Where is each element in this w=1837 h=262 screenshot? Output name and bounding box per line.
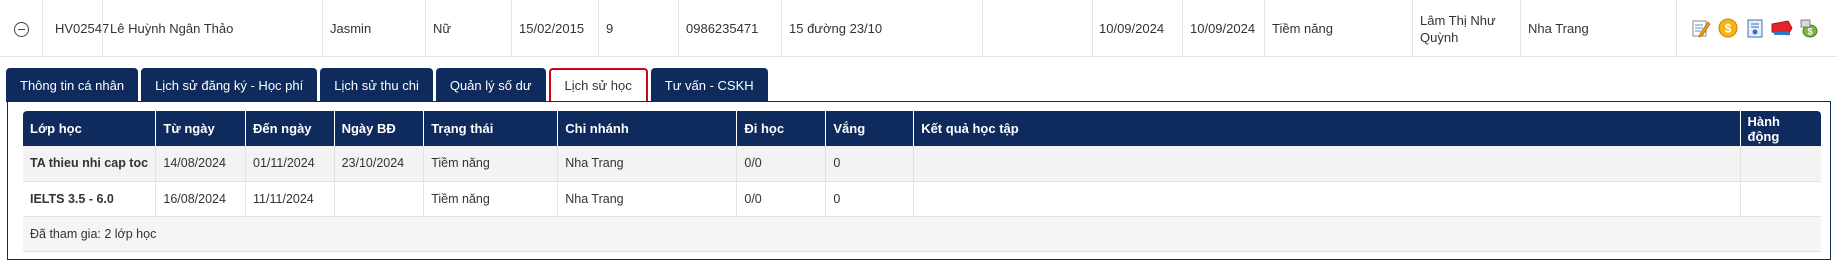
svg-text:$: $ — [1807, 27, 1812, 37]
table-header-row: Lớp học Từ ngày Đến ngày Ngày BĐ Trạng t… — [23, 111, 1821, 146]
student-english-name: Jasmin — [330, 21, 372, 36]
cell-attended: 0/0 — [736, 146, 827, 182]
header-to-date[interactable]: Đến ngày — [245, 111, 335, 146]
document-icon[interactable] — [1744, 17, 1766, 39]
student-status: Tiềm năng — [1272, 21, 1333, 36]
cell-start-date: 23/10/2024 — [334, 146, 425, 182]
detail-tabs: Thông tin cá nhân Lịch sử đăng ký - Học … — [6, 68, 768, 102]
cell-result — [913, 146, 1741, 182]
column-divider — [322, 0, 323, 57]
column-divider — [982, 0, 983, 57]
cell-status: Tiềm năng — [423, 181, 559, 217]
table-row[interactable]: TA thieu nhi cap toc 14/08/2024 01/11/20… — [23, 146, 1821, 182]
student-consultant: Lâm Thị Như Quỳnh — [1420, 12, 1496, 45]
table-summary-row: Đã tham gia: 2 lớp học — [23, 216, 1821, 252]
header-actions: Hành động — [1740, 111, 1821, 146]
cell-actions — [1740, 146, 1821, 182]
coin-icon[interactable]: $ — [1717, 17, 1739, 39]
column-divider — [1412, 0, 1413, 57]
column-divider — [511, 0, 512, 57]
cell-absent: 0 — [825, 181, 915, 217]
header-from-date[interactable]: Từ ngày — [155, 111, 247, 146]
tab-study-history[interactable]: Lịch sử học — [548, 68, 648, 101]
edit-icon[interactable] — [1690, 17, 1712, 39]
tab-balance[interactable]: Quản lý số dư — [435, 68, 546, 102]
tab-payment-history[interactable]: Lịch sử thu chi — [320, 68, 433, 102]
row-actions: $ $ — [1690, 15, 1820, 41]
cell-to-date: 01/11/2024 — [245, 146, 335, 182]
study-history-panel: Lớp học Từ ngày Đến ngày Ngày BĐ Trạng t… — [7, 101, 1831, 260]
cell-attended: 0/0 — [736, 181, 827, 217]
column-divider — [1264, 0, 1265, 57]
header-attended[interactable]: Đi học — [736, 111, 827, 146]
student-phone: 0986235471 — [686, 21, 759, 36]
cell-to-date: 11/11/2024 — [245, 181, 335, 217]
header-start-date[interactable]: Ngày BĐ — [334, 111, 425, 146]
column-divider — [1676, 0, 1677, 57]
column-divider — [1520, 0, 1521, 57]
student-branch: Nha Trang — [1528, 21, 1589, 36]
cell-class: IELTS 3.5 - 6.0 — [23, 181, 157, 217]
tab-personal-info[interactable]: Thông tin cá nhân — [6, 68, 139, 102]
cell-class: TA thieu nhi cap toc — [23, 146, 157, 182]
column-divider — [598, 0, 599, 57]
column-divider — [42, 0, 43, 57]
cell-branch: Nha Trang — [557, 146, 738, 182]
column-divider — [102, 0, 103, 57]
header-class[interactable]: Lớp học — [23, 111, 157, 146]
header-status[interactable]: Trạng thái — [423, 111, 559, 146]
cell-start-date — [334, 181, 425, 217]
header-absent[interactable]: Vắng — [825, 111, 915, 146]
summary-text: Đã tham gia: 2 lớp học — [23, 216, 1821, 252]
student-address: 15 đường 23/10 — [789, 21, 883, 36]
student-birthday: 15/02/2015 — [519, 21, 585, 36]
student-grade: 9 — [606, 21, 614, 36]
cell-absent: 0 — [825, 146, 915, 182]
header-branch[interactable]: Chi nhánh — [557, 111, 738, 146]
column-divider — [425, 0, 426, 57]
svg-text:$: $ — [1725, 22, 1732, 36]
study-history-table: Lớp học Từ ngày Đến ngày Ngày BĐ Trạng t… — [23, 111, 1821, 252]
sale-tag-icon[interactable] — [1771, 17, 1793, 39]
tab-registration-history[interactable]: Lịch sử đăng ký - Học phí — [141, 68, 318, 102]
cell-from-date: 16/08/2024 — [155, 181, 247, 217]
money-bag-icon[interactable]: $ — [1798, 17, 1820, 39]
student-name: Lê Huỳnh Ngân Thảo — [110, 21, 234, 36]
table-row[interactable]: IELTS 3.5 - 6.0 16/08/2024 11/11/2024 Ti… — [23, 181, 1821, 217]
cell-result — [913, 181, 1741, 217]
student-created-date: 10/09/2024 — [1099, 21, 1165, 36]
cell-branch: Nha Trang — [557, 181, 738, 217]
collapse-toggle-icon[interactable] — [14, 22, 29, 37]
column-divider — [1092, 0, 1093, 57]
cell-status: Tiềm năng — [423, 146, 559, 182]
tab-consulting[interactable]: Tư vấn - CSKH — [650, 68, 768, 102]
student-updated-date: 10/09/2024 — [1190, 21, 1256, 36]
column-divider — [678, 0, 679, 57]
header-result[interactable]: Kết quả học tập — [913, 111, 1741, 146]
student-row: HV02547 Lê Huỳnh Ngân Thảo Jasmin Nữ 15/… — [0, 0, 1837, 57]
column-divider — [1182, 0, 1183, 57]
cell-from-date: 14/08/2024 — [155, 146, 247, 182]
student-gender: Nữ — [433, 21, 452, 36]
column-divider — [781, 0, 782, 57]
cell-actions — [1740, 181, 1821, 217]
